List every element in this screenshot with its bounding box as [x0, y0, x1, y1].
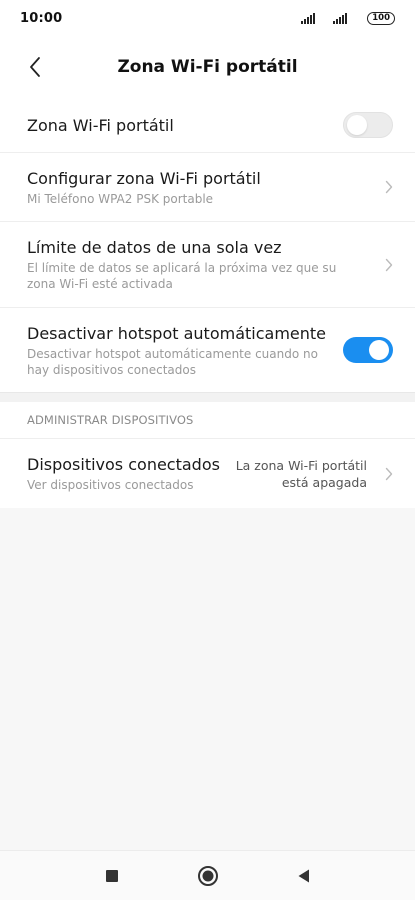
- signal-icon: [333, 12, 348, 24]
- status-bar: 10:00 100: [0, 0, 415, 36]
- triangle-back-icon: [298, 869, 309, 882]
- configure-title: Configurar zona Wi-Fi portátil: [27, 168, 261, 188]
- header: Zona Wi-Fi portátil: [0, 36, 415, 98]
- navigation-bar: [0, 850, 415, 900]
- hotspot-status: La zona Wi-Fi portátil está apagada: [236, 457, 367, 491]
- auto-off-text: Desactivar hotspot automáticamente Desac…: [27, 323, 343, 378]
- toggle-knob: [347, 115, 367, 135]
- chevron-left-icon: [30, 57, 40, 77]
- hotspot-text: Zona Wi-Fi portátil: [27, 115, 343, 136]
- chevron-right-icon: [379, 258, 393, 272]
- battery-icon: 100: [367, 11, 395, 25]
- data-limit-title: Límite de datos de una sola vez: [27, 238, 282, 257]
- data-limit-row[interactable]: Límite de datos de una sola vez El límit…: [0, 221, 415, 307]
- recents-button[interactable]: [99, 863, 125, 889]
- home-button[interactable]: [195, 863, 221, 889]
- section-divider: [0, 392, 415, 402]
- circle-icon: [197, 865, 218, 886]
- auto-off-toggle[interactable]: [343, 337, 393, 363]
- configure-hotspot-row[interactable]: Configurar zona Wi-Fi portátil Mi Teléfo…: [0, 152, 415, 221]
- connected-devices-row[interactable]: Dispositivos conectados Ver dispositivos…: [0, 438, 415, 508]
- status-time: 10:00: [20, 10, 63, 26]
- page-title: Zona Wi-Fi portátil: [117, 57, 298, 77]
- section-header: ADMINISTRAR DISPOSITIVOS: [0, 402, 415, 438]
- hotspot-status-line1: La zona Wi-Fi portátil: [235, 457, 367, 473]
- auto-off-title: Desactivar hotspot automáticamente: [27, 323, 327, 343]
- connected-devices-title: Dispositivos conectados: [27, 455, 220, 474]
- connected-devices-text: Dispositivos conectados Ver dispositivos…: [27, 454, 236, 493]
- hotspot-status-line2: está apagada: [281, 474, 367, 490]
- auto-off-row[interactable]: Desactivar hotspot automáticamente Desac…: [0, 307, 415, 392]
- nav-back-button[interactable]: [291, 863, 317, 889]
- connected-devices-subtitle: Ver dispositivos conectados: [27, 478, 194, 492]
- hotspot-row[interactable]: Zona Wi-Fi portátil: [0, 98, 415, 152]
- data-limit-text: Límite de datos de una sola vez El límit…: [27, 237, 379, 292]
- configure-subtitle: Mi Teléfono WPA2 PSK portable: [27, 191, 214, 206]
- toggle-knob: [369, 340, 389, 360]
- settings-list: Zona Wi-Fi portátil Configurar zona Wi-F…: [0, 98, 415, 508]
- back-button[interactable]: [20, 52, 50, 82]
- status-indicators: 100: [301, 11, 395, 25]
- hotspot-title: Zona Wi-Fi portátil: [27, 115, 174, 135]
- data-limit-subtitle: El límite de datos se aplicará la próxim…: [27, 261, 337, 291]
- signal-icon: [301, 12, 316, 24]
- battery-level: 100: [372, 13, 390, 23]
- screen: 10:00 100 Zona Wi-Fi portátil Zona Wi-Fi…: [0, 0, 415, 900]
- hotspot-toggle[interactable]: [343, 112, 393, 138]
- configure-text: Configurar zona Wi-Fi portátil Mi Teléfo…: [27, 168, 379, 207]
- auto-off-subtitle: Desactivar hotspot automáticamente cuand…: [27, 346, 318, 377]
- chevron-right-icon: [379, 180, 393, 194]
- square-icon: [105, 869, 118, 882]
- chevron-right-icon: [379, 467, 393, 481]
